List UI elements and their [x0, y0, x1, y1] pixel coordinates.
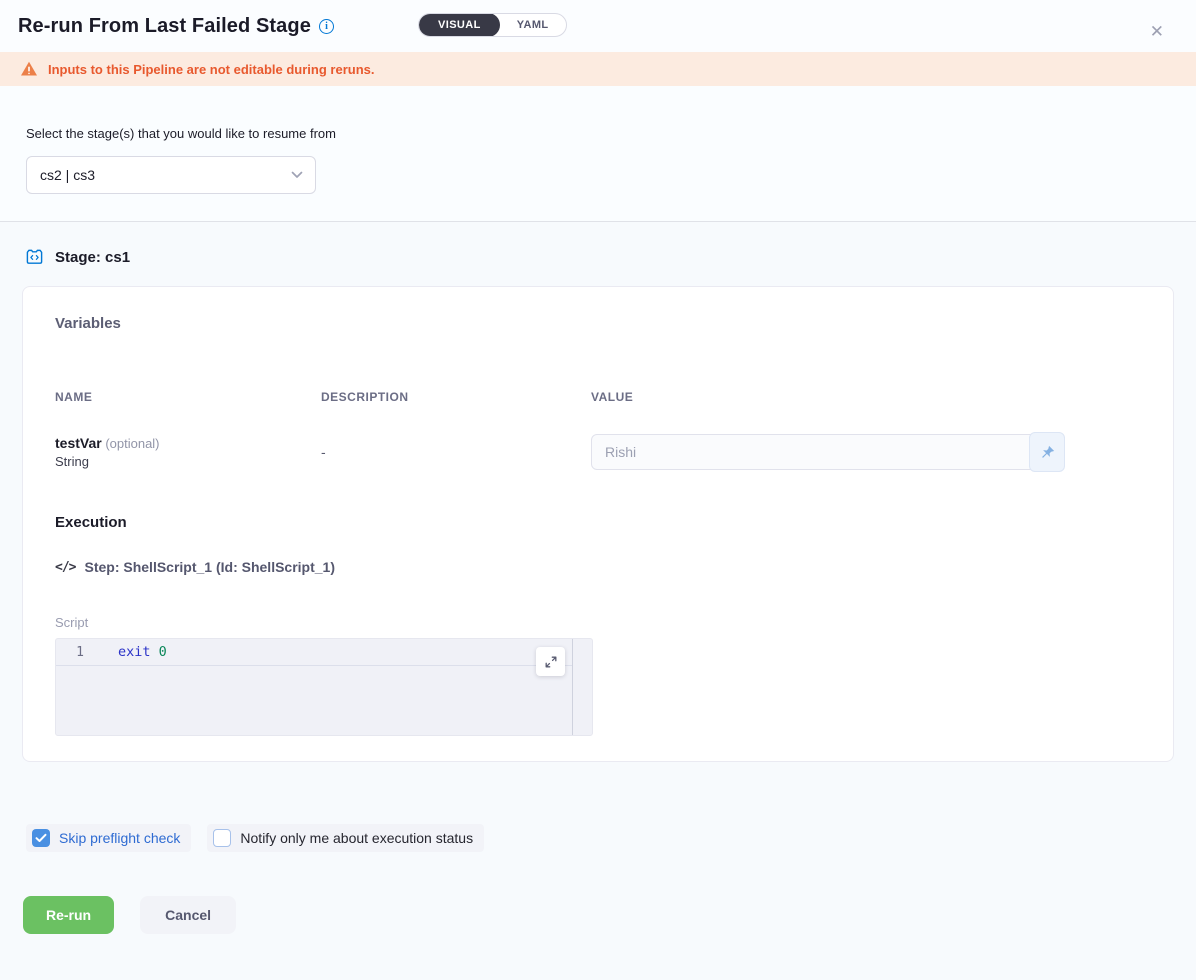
checkmark-icon — [35, 833, 47, 843]
skip-preflight-option[interactable]: Skip preflight check — [26, 824, 191, 852]
stage-card: Variables NAME DESCRIPTION VALUE testVar… — [22, 286, 1174, 762]
notify-me-option[interactable]: Notify only me about execution status — [207, 824, 484, 852]
column-description: DESCRIPTION — [321, 390, 591, 404]
step-label: Step: ShellScript_1 (Id: ShellScript_1) — [84, 559, 335, 575]
editor-current-line: 1 exit 0 — [56, 639, 573, 666]
variable-value-group — [591, 434, 1064, 470]
variable-name-cell: testVar (optional) String — [55, 435, 321, 469]
notify-me-checkbox[interactable] — [213, 829, 231, 847]
table-row: testVar (optional) String - — [55, 434, 1141, 470]
info-icon[interactable]: i — [319, 19, 334, 34]
code-line: exit 0 — [104, 644, 167, 660]
options-row: Skip preflight check Notify only me abou… — [22, 824, 1174, 852]
script-label: Script — [55, 615, 1141, 630]
toggle-yaml[interactable]: YAML — [500, 13, 566, 37]
variables-table-header: NAME DESCRIPTION VALUE — [55, 390, 1141, 404]
pin-button[interactable] — [1029, 432, 1065, 472]
variables-heading: Variables — [55, 315, 1141, 332]
stage-details-section: Stage: cs1 Variables NAME DESCRIPTION VA… — [0, 222, 1196, 980]
expand-editor-button[interactable] — [536, 647, 565, 676]
rerun-modal: Re-run From Last Failed Stage i VISUAL Y… — [0, 0, 1196, 980]
visual-yaml-toggle: VISUAL YAML — [418, 13, 567, 37]
warning-text: Inputs to this Pipeline are not editable… — [48, 62, 374, 77]
page-title: Re-run From Last Failed Stage — [18, 15, 311, 38]
stage-select-label: Select the stage(s) that you would like … — [26, 126, 1196, 141]
skip-preflight-label: Skip preflight check — [59, 830, 180, 846]
warning-banner: Inputs to this Pipeline are not editable… — [0, 52, 1196, 86]
skip-preflight-checkbox[interactable] — [32, 829, 50, 847]
ci-stage-icon — [24, 248, 45, 266]
stage-select-value: cs2 | cs3 — [40, 167, 95, 183]
line-number: 1 — [56, 645, 104, 660]
cancel-button[interactable]: Cancel — [140, 896, 236, 934]
modal-header: Re-run From Last Failed Stage i VISUAL Y… — [0, 0, 1196, 52]
script-code-editor[interactable]: 1 exit 0 — [55, 638, 593, 736]
title-wrap: Re-run From Last Failed Stage i — [18, 15, 334, 38]
stage-select-section: Select the stage(s) that you would like … — [0, 86, 1196, 222]
notify-me-label: Notify only me about execution status — [240, 830, 473, 846]
editor-minimap-divider — [572, 639, 573, 735]
code-value: 0 — [159, 644, 167, 660]
warning-icon — [20, 61, 38, 77]
actions-row: Re-run Cancel — [22, 896, 1174, 934]
variable-optional-tag: (optional) — [102, 436, 160, 451]
variable-name: testVar — [55, 435, 102, 451]
rerun-button[interactable]: Re-run — [23, 896, 114, 934]
close-icon[interactable]: ✕ — [1150, 23, 1164, 40]
column-name: NAME — [55, 390, 321, 404]
stage-select-dropdown[interactable]: cs2 | cs3 — [26, 156, 316, 194]
variable-description: - — [321, 444, 591, 460]
step-row: </> Step: ShellScript_1 (Id: ShellScript… — [55, 559, 1141, 575]
code-step-icon: </> — [55, 560, 75, 575]
column-value: VALUE — [591, 390, 1141, 404]
chevron-down-icon — [291, 171, 303, 179]
variable-type: String — [55, 454, 321, 469]
variable-value-input[interactable] — [591, 434, 1064, 470]
toggle-visual[interactable]: VISUAL — [419, 13, 500, 37]
stage-title: Stage: cs1 — [55, 249, 130, 266]
code-keyword: exit — [118, 644, 151, 660]
expand-icon — [544, 655, 558, 669]
stage-title-row: Stage: cs1 — [22, 248, 1174, 266]
pin-icon — [1039, 444, 1056, 461]
execution-heading: Execution — [55, 514, 1141, 531]
